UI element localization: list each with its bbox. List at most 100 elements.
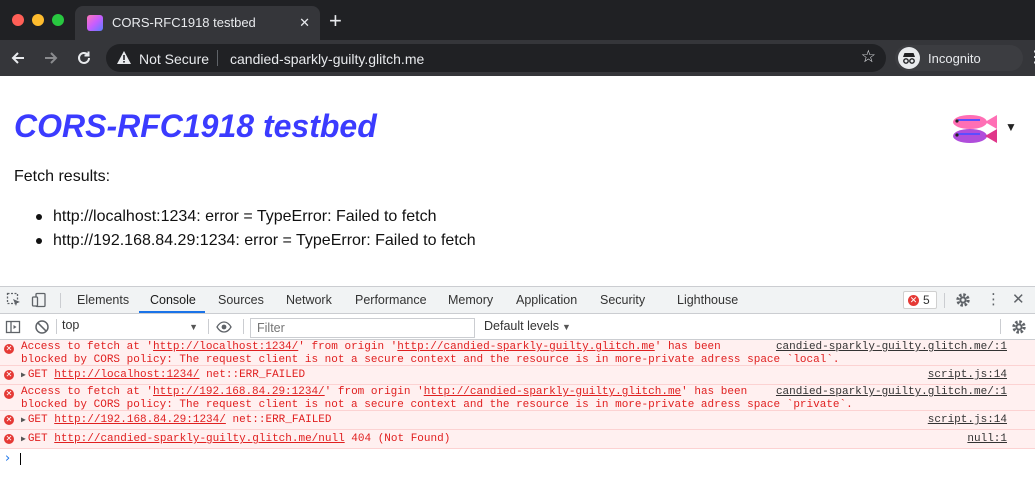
message-text: Access to fetch at 'http://localhost:123…	[21, 341, 840, 366]
active-tab-indicator	[139, 311, 205, 313]
log-levels-label: Default levels	[484, 319, 560, 333]
toolbar-divider	[208, 319, 209, 334]
sidebar-toggle-icon[interactable]	[5, 319, 21, 335]
console-error-message[interactable]: ✕ ▶ GET http://192.168.84.29:1234/ net::E…	[0, 411, 1035, 430]
error-circle-icon: ✕	[4, 415, 14, 425]
url-link[interactable]: http://localhost:1234/	[54, 369, 199, 381]
tab-performance[interactable]: Performance	[355, 293, 427, 307]
gear-icon[interactable]	[1011, 319, 1027, 335]
url-link[interactable]: http://candied-sparkly-guilty.glitch.me/…	[54, 433, 344, 445]
browser-tab[interactable]: CORS-RFC1918 testbed ✕	[75, 6, 320, 40]
maximize-window-button[interactable]	[52, 14, 64, 26]
filter-input[interactable]	[250, 318, 475, 338]
new-tab-button[interactable]: +	[329, 10, 342, 32]
close-window-button[interactable]	[12, 14, 24, 26]
source-link[interactable]: script.js:14	[928, 414, 1007, 427]
error-count-badge[interactable]: ✕ 5	[903, 291, 937, 309]
devtools-tabbar: Elements Console Sources Network Perform…	[0, 287, 1035, 314]
browser-toolbar: Not Secure candied-sparkly-guilty.glitch…	[0, 40, 1035, 76]
device-toolbar-icon[interactable]	[31, 292, 47, 308]
arrow-left-icon	[11, 52, 24, 64]
list-item: http://localhost:1234: error = TypeError…	[36, 208, 476, 232]
glitch-favicon-icon	[87, 15, 103, 31]
console-error-message[interactable]: ✕ ▶ GET http://candied-sparkly-guilty.gli…	[0, 430, 1035, 449]
devtools-menu-icon[interactable]: ⋮	[986, 291, 1001, 309]
close-devtools-icon[interactable]: ✕	[1012, 291, 1025, 309]
error-circle-icon: ✕	[4, 344, 14, 354]
page-title: CORS-RFC1918 testbed	[14, 108, 377, 144]
console-filterbar: top ▼ Default levels▼	[0, 314, 1035, 340]
expand-triangle-icon[interactable]: ▶	[21, 435, 26, 444]
url-link[interactable]: http://localhost:1234/	[153, 341, 298, 353]
browser-menu-icon[interactable]: ⋮	[1027, 49, 1035, 67]
prompt-chevron-icon: ›	[5, 451, 11, 466]
gear-icon[interactable]	[955, 292, 971, 308]
text-caret	[20, 453, 21, 465]
url-text[interactable]: candied-sparkly-guilty.glitch.me	[230, 51, 424, 67]
back-button[interactable]	[7, 47, 29, 69]
source-link[interactable]: null:1	[967, 433, 1007, 446]
incognito-profile-button[interactable]: Incognito	[895, 45, 1023, 71]
error-circle-icon: ✕	[4, 434, 14, 444]
tab-elements[interactable]: Elements	[77, 293, 129, 307]
page-content: CORS-RFC1918 testbed ▼ Fetch results: ht…	[0, 76, 1035, 286]
reload-button[interactable]	[73, 47, 95, 69]
devtools-panel: Elements Console Sources Network Perform…	[0, 286, 1035, 488]
list-item: http://192.168.84.29:1234: error = TypeE…	[36, 232, 476, 256]
toolbar-divider	[56, 319, 57, 334]
source-link[interactable]: candied-sparkly-guilty.glitch.me/:1	[776, 386, 1007, 399]
tab-lighthouse[interactable]: Lighthouse	[677, 293, 738, 307]
tab-console[interactable]: Console	[150, 293, 196, 307]
tab-security[interactable]: Security	[600, 293, 645, 307]
source-link[interactable]: script.js:14	[928, 369, 1007, 382]
address-bar[interactable]: Not Secure candied-sparkly-guilty.glitch…	[106, 44, 886, 72]
message-text: Access to fetch at 'http://192.168.84.29…	[21, 386, 853, 411]
console-prompt[interactable]: ›	[0, 449, 1035, 469]
tab-title: CORS-RFC1918 testbed	[112, 15, 256, 30]
console-error-message[interactable]: ✕ ▶ GET http://localhost:1234/ net::ERR_F…	[0, 366, 1035, 385]
toolbar-divider	[1000, 319, 1001, 334]
glitch-fish-logo-icon[interactable]	[948, 110, 1000, 148]
url-link[interactable]: http://candied-sparkly-guilty.glitch.me	[397, 341, 654, 353]
forward-button[interactable]	[40, 47, 62, 69]
browser-tabstrip: CORS-RFC1918 testbed ✕ +	[0, 0, 1035, 40]
inspect-element-icon[interactable]	[6, 292, 22, 308]
console-error-message: ✕ Access to fetch at 'http://localhost:1…	[0, 340, 1035, 366]
clear-console-icon[interactable]	[34, 319, 50, 335]
tab-application[interactable]: Application	[516, 293, 577, 307]
eye-icon[interactable]	[216, 319, 232, 335]
toolbar-divider	[243, 319, 244, 334]
incognito-label: Incognito	[928, 51, 981, 66]
error-circle-icon: ✕	[4, 370, 14, 380]
expand-triangle-icon[interactable]: ▶	[21, 416, 26, 425]
error-count: 5	[923, 293, 930, 307]
console-messages: ✕ Access to fetch at 'http://localhost:1…	[0, 340, 1035, 469]
security-chip[interactable]: Not Secure	[139, 51, 209, 67]
message-text: ▶ GET http://localhost:1234/ net::ERR_FAI…	[21, 369, 306, 381]
tab-memory[interactable]: Memory	[448, 293, 493, 307]
chevron-down-icon: ▼	[562, 322, 571, 332]
fetch-results-heading: Fetch results:	[14, 168, 111, 185]
chevron-down-icon[interactable]: ▼	[1005, 120, 1017, 134]
source-link[interactable]: candied-sparkly-guilty.glitch.me/:1	[776, 341, 1007, 354]
expand-triangle-icon[interactable]: ▶	[21, 371, 26, 380]
url-link[interactable]: http://192.168.84.29:1234/	[153, 386, 325, 398]
star-icon[interactable]: ☆	[861, 47, 876, 67]
url-link[interactable]: http://candied-sparkly-guilty.glitch.me	[424, 386, 681, 398]
context-select[interactable]: top ▼	[62, 318, 202, 336]
console-error-message: ✕ Access to fetch at 'http://192.168.84.…	[0, 385, 1035, 411]
log-levels-dropdown[interactable]: Default levels ▼	[484, 319, 571, 333]
tab-sources[interactable]: Sources	[218, 293, 264, 307]
minimize-window-button[interactable]	[32, 14, 44, 26]
arrow-right-icon	[45, 52, 58, 64]
chevron-down-icon: ▼	[189, 322, 198, 332]
toolbar-divider	[944, 293, 945, 308]
url-link[interactable]: http://192.168.84.29:1234/	[54, 414, 226, 426]
reload-icon	[78, 51, 90, 64]
incognito-icon	[898, 47, 920, 69]
tab-network[interactable]: Network	[286, 293, 332, 307]
close-tab-icon[interactable]: ✕	[299, 14, 310, 31]
toolbar-divider	[60, 293, 61, 308]
error-circle-icon: ✕	[4, 389, 14, 399]
message-text: ▶ GET http://192.168.84.29:1234/ net::ERR…	[21, 414, 332, 426]
